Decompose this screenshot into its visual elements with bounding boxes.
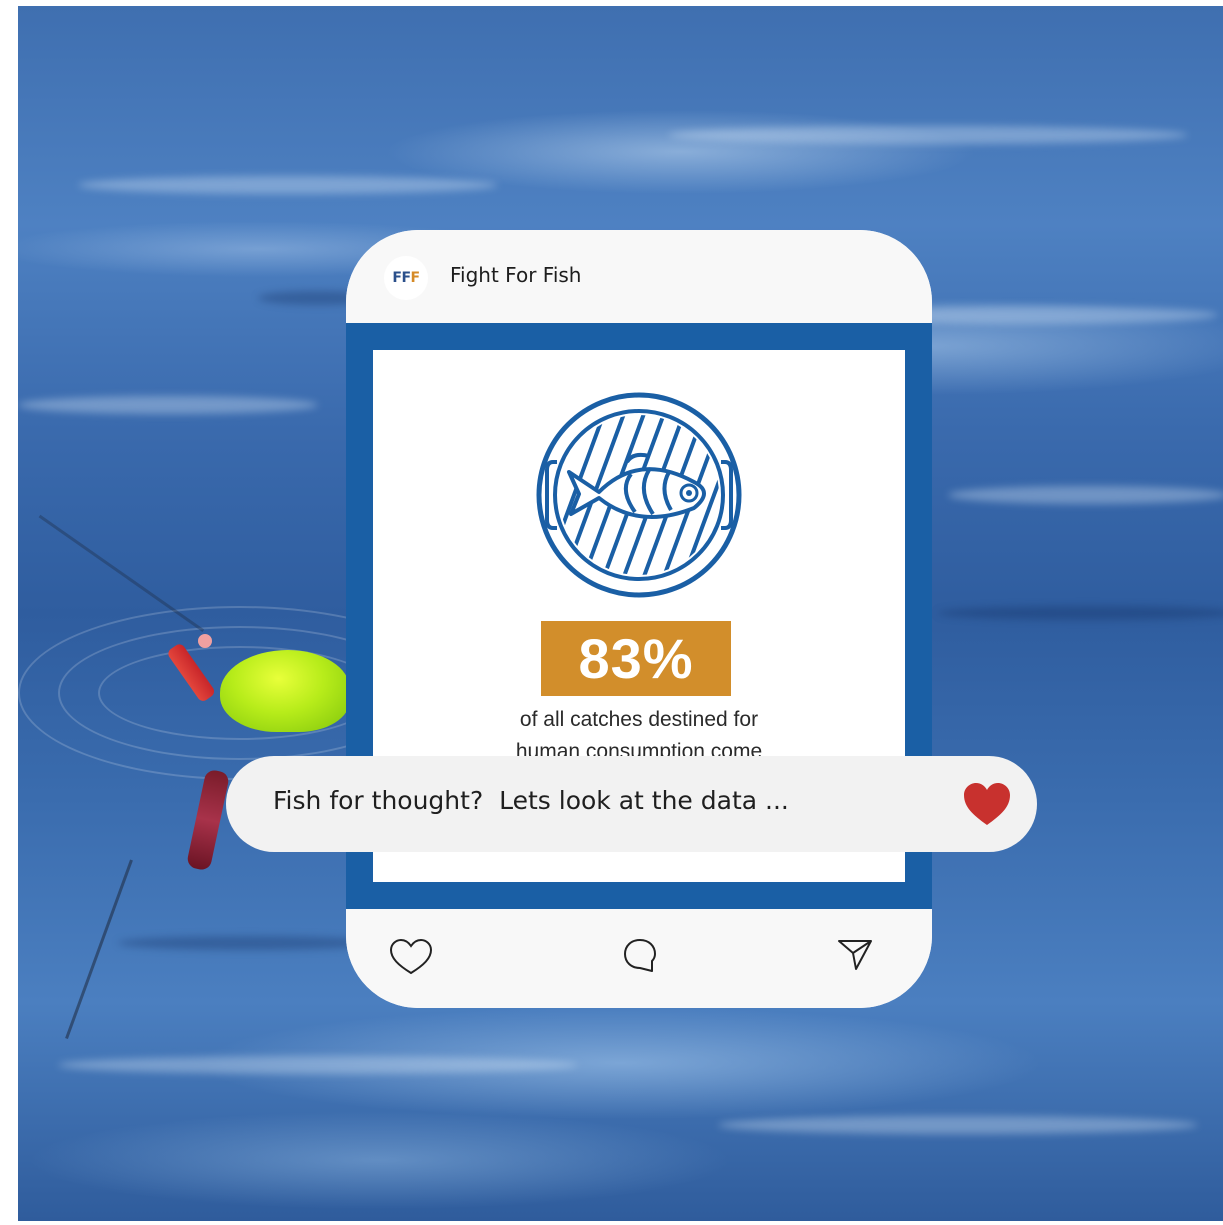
caption-bubble[interactable]: Fish for thought? Lets look at the data … bbox=[226, 756, 1037, 852]
bobber-tip bbox=[198, 634, 212, 648]
paper-plane-icon[interactable] bbox=[836, 937, 874, 973]
wave-shadow bbox=[118, 936, 378, 950]
wave-highlight bbox=[18, 396, 318, 414]
post-actions bbox=[346, 909, 932, 1008]
fishing-line bbox=[38, 514, 205, 632]
wave-highlight bbox=[948, 486, 1223, 504]
stat-value: 83% bbox=[578, 627, 694, 690]
speech-bubble-icon[interactable] bbox=[622, 937, 658, 975]
wave-highlight bbox=[58, 1056, 578, 1074]
stat-description: of all catches destined for human consum… bbox=[373, 704, 905, 764]
wave-highlight bbox=[668, 126, 1188, 144]
fish-on-grill-icon bbox=[536, 392, 742, 598]
wave-highlight bbox=[78, 176, 498, 194]
social-post-card: FFF Fight For Fish 83% of all catches de… bbox=[346, 230, 932, 1008]
wave-highlight bbox=[718, 1116, 1198, 1134]
bobber-float bbox=[220, 650, 350, 732]
account-name[interactable]: Fight For Fish bbox=[450, 263, 581, 287]
stat-description-line: of all catches destined for bbox=[519, 708, 759, 731]
stat-badge: 83% bbox=[541, 621, 731, 696]
heart-outline-icon[interactable] bbox=[388, 937, 434, 977]
post-header: FFF Fight For Fish bbox=[346, 230, 932, 323]
heart-filled-icon[interactable] bbox=[961, 780, 1013, 828]
account-avatar[interactable]: FFF bbox=[384, 256, 428, 300]
caption-text: Fish for thought? Lets look at the data … bbox=[273, 786, 789, 815]
avatar-logo: FFF bbox=[392, 270, 420, 286]
wave-shadow bbox=[938, 606, 1223, 620]
